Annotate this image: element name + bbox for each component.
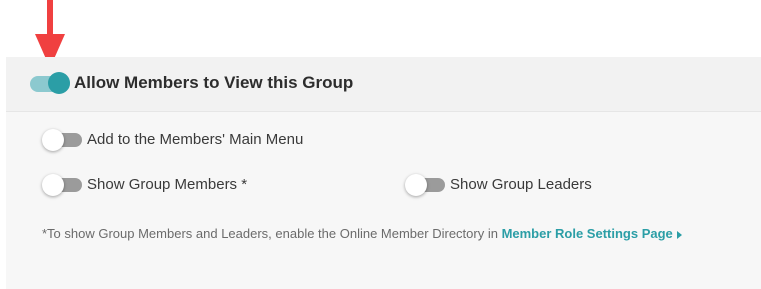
toggle-knob — [405, 174, 427, 196]
main-menu-toggle[interactable] — [42, 129, 84, 151]
group-settings-panel: Allow Members to View this Group Add to … — [6, 57, 761, 289]
show-leaders-toggle[interactable] — [405, 174, 447, 196]
allow-members-view-toggle[interactable] — [30, 72, 72, 96]
directory-note: *To show Group Members and Leaders, enab… — [42, 220, 742, 247]
member-role-settings-link[interactable]: Member Role Settings Page — [502, 226, 682, 241]
show-members-toggle[interactable] — [42, 174, 84, 196]
toggle-knob — [42, 174, 64, 196]
toggle-knob — [48, 72, 70, 94]
toggle-knob — [42, 129, 64, 151]
directory-note-text: *To show Group Members and Leaders, enab… — [42, 226, 502, 241]
main-menu-label: Add to the Members' Main Menu — [87, 131, 304, 148]
member-role-settings-link-label: Member Role Settings Page — [501, 226, 673, 241]
show-leaders-label: Show Group Leaders — [450, 176, 592, 193]
panel-header: Allow Members to View this Group — [6, 57, 761, 112]
allow-members-view-label: Allow Members to View this Group — [74, 73, 354, 92]
caret-right-icon — [676, 230, 682, 239]
show-members-label: Show Group Members * — [87, 176, 248, 193]
